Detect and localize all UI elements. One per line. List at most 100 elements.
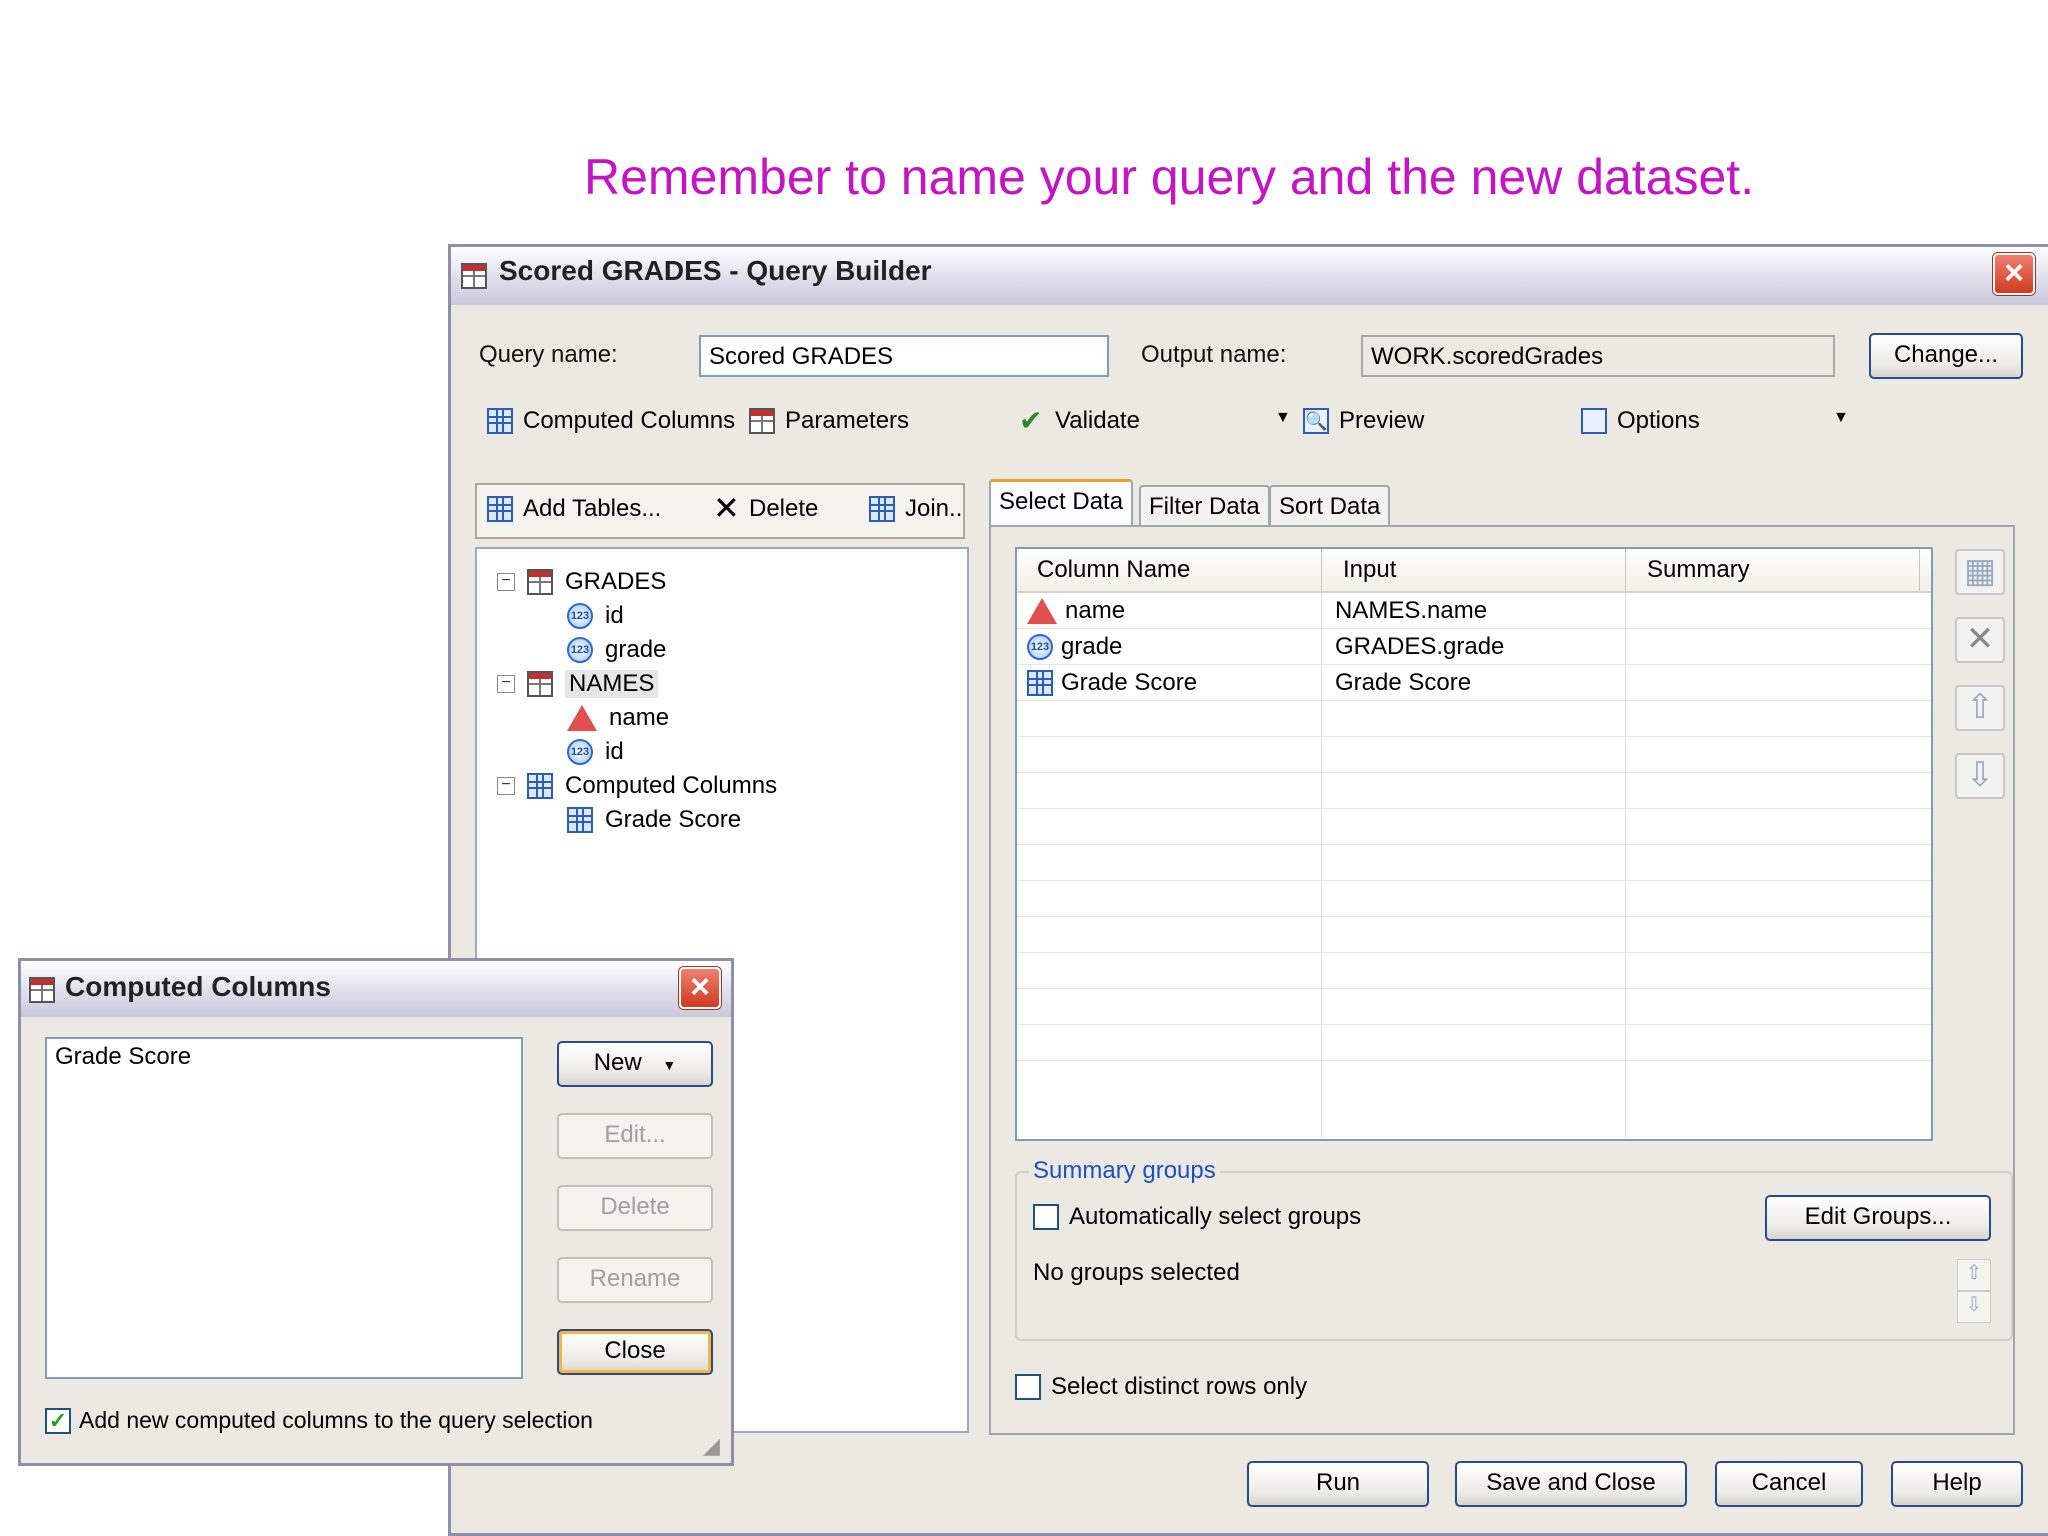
properties-icon[interactable]: ▦ [1955, 549, 2005, 595]
group-up-arrow-icon[interactable]: ⇧ [1957, 1259, 1991, 1291]
list-item[interactable]: Grade Score [47, 1039, 521, 1075]
edit-button[interactable]: Edit... [557, 1113, 713, 1159]
tables-toolbar: Add Tables... ✕ Delete Join.. [475, 483, 965, 539]
summary-groups-box: Summary groups Automatically select grou… [1015, 1157, 2013, 1341]
join-label: Join.. [905, 495, 963, 522]
preview-toolbar-button[interactable]: 🔍 Preview [1303, 407, 1424, 435]
checkbox-unchecked-icon[interactable] [1015, 1374, 1041, 1400]
column-header-summary[interactable]: Summary [1647, 549, 1750, 591]
tree-node-names-id[interactable]: 123 id [497, 735, 777, 769]
resize-grip-icon[interactable]: ◢ [703, 1433, 720, 1459]
row-input: NAMES.name [1335, 596, 1488, 624]
computed-columns-icon [487, 408, 513, 434]
tree-node-label: NAMES [565, 670, 659, 698]
row-column-name: Grade Score [1061, 668, 1198, 696]
tree-node-label: name [609, 704, 670, 731]
table-row[interactable]: name NAMES.name [1017, 593, 1931, 629]
checkbox-checked-icon[interactable]: ✓ [45, 1407, 71, 1434]
edit-groups-button[interactable]: Edit Groups... [1765, 1195, 1991, 1241]
close-icon[interactable]: × [679, 967, 721, 1009]
row-column-name: grade [1061, 632, 1123, 660]
join-icon [869, 496, 895, 522]
dialog-title: Computed Columns [65, 971, 331, 1002]
remove-x-icon[interactable]: ✕ [1955, 617, 2005, 663]
help-button[interactable]: Help [1891, 1461, 2023, 1507]
groups-status-text: No groups selected [1033, 1259, 1240, 1286]
checkbox-unchecked-icon[interactable] [1033, 1204, 1059, 1230]
tree-node-grades-id[interactable]: 123 id [497, 599, 777, 633]
delete-table-button[interactable]: ✕ Delete [713, 490, 819, 526]
save-and-close-button[interactable]: Save and Close [1455, 1461, 1687, 1507]
tree-node-grades[interactable]: − GRADES [497, 565, 777, 599]
options-toolbar-label: Options [1617, 407, 1700, 434]
dialog-title-bar[interactable]: Computed Columns × [21, 961, 731, 1017]
new-button-label: New [593, 1049, 642, 1076]
numeric-icon: 123 [1027, 633, 1053, 660]
numeric-icon: 123 [567, 739, 593, 765]
add-table-icon [487, 496, 513, 522]
distinct-rows-label: Select distinct rows only [1051, 1373, 1308, 1400]
group-down-arrow-icon[interactable]: ⇩ [1957, 1291, 1991, 1323]
select-data-panel: Column Name Input Summary name NAMES.nam… [989, 525, 2015, 1435]
tree-node-names-name[interactable]: name [497, 701, 777, 735]
distinct-rows-checkbox[interactable]: Select distinct rows only [1015, 1373, 1307, 1401]
move-up-arrow-icon[interactable]: ⇧ [1955, 685, 2005, 731]
grid-header: Column Name Input Summary [1017, 549, 1931, 593]
add-to-selection-checkbox[interactable]: ✓ Add new computed columns to the query … [45, 1407, 593, 1434]
add-to-selection-label: Add new computed columns to the query se… [79, 1407, 593, 1433]
tree-node-grades-grade[interactable]: 123 grade [497, 633, 777, 667]
close-button[interactable]: Close [557, 1329, 713, 1375]
grid-body: name NAMES.name 123 grade GRADES.grade Gr… [1017, 593, 1931, 1139]
delete-button[interactable]: Delete [557, 1185, 713, 1231]
tree: − GRADES 123 id 123 grade − NAMES name 1… [497, 565, 777, 837]
collapse-icon[interactable]: − [497, 573, 515, 591]
table-row[interactable]: 123 grade GRADES.grade [1017, 629, 1931, 665]
parameters-toolbar-button[interactable]: Parameters [749, 407, 909, 435]
dialog-app-icon [29, 977, 55, 1003]
join-button[interactable]: Join.. [869, 495, 962, 523]
delete-table-label: Delete [749, 495, 819, 522]
tree-node-label: grade [605, 636, 667, 663]
validate-toolbar-label: Validate [1055, 407, 1140, 434]
new-button[interactable]: New ▼ [557, 1041, 713, 1087]
checkmark-icon: ✔ [1019, 405, 1043, 436]
tree-node-label: GRADES [565, 568, 667, 595]
rename-button[interactable]: Rename [557, 1257, 713, 1303]
table-row[interactable]: Grade Score Grade Score [1017, 665, 1931, 701]
collapse-icon[interactable]: − [497, 675, 515, 693]
computed-columns-toolbar-button[interactable]: Computed Columns [487, 407, 735, 435]
options-icon [1581, 408, 1607, 434]
magnifier-icon: 🔍 [1303, 408, 1329, 434]
instruction-banner: Remember to name your query and the new … [584, 149, 1755, 205]
tree-node-names[interactable]: − NAMES [497, 667, 777, 701]
numeric-icon: 123 [567, 603, 593, 629]
tab-filter-data[interactable]: Filter Data [1139, 485, 1270, 525]
options-dropdown-arrow-icon[interactable]: ▼ [1833, 409, 1849, 427]
character-icon [1027, 597, 1057, 624]
collapse-icon[interactable]: − [497, 777, 515, 795]
query-name-field[interactable]: Scored GRADES [699, 335, 1109, 377]
add-tables-button[interactable]: Add Tables... [487, 495, 661, 523]
tree-node-grade-score[interactable]: Grade Score [497, 803, 777, 837]
column-header-name[interactable]: Column Name [1037, 549, 1190, 591]
computed-columns-list[interactable]: Grade Score [45, 1037, 523, 1379]
tree-node-computed-columns[interactable]: − Computed Columns [497, 769, 777, 803]
cancel-button[interactable]: Cancel [1715, 1461, 1863, 1507]
options-toolbar-button[interactable]: Options [1581, 407, 1700, 435]
change-button[interactable]: Change... [1869, 333, 2023, 379]
tab-sort-data[interactable]: Sort Data [1269, 485, 1391, 525]
add-tables-label: Add Tables... [523, 495, 662, 522]
title-bar[interactable]: Scored GRADES - Query Builder × [451, 247, 2048, 305]
column-header-input[interactable]: Input [1343, 549, 1396, 591]
table-icon [527, 569, 553, 595]
close-icon[interactable]: × [1993, 253, 2035, 295]
query-builder-app-icon [461, 263, 487, 289]
auto-select-groups-checkbox[interactable]: Automatically select groups [1033, 1203, 1361, 1231]
delete-x-icon: ✕ [713, 490, 740, 526]
tab-select-data[interactable]: Select Data [989, 479, 1134, 525]
output-name-label: Output name: [1141, 341, 1287, 368]
validate-toolbar-button[interactable]: ✔ Validate [1019, 407, 1140, 435]
run-button[interactable]: Run [1247, 1461, 1429, 1507]
move-down-arrow-icon[interactable]: ⇩ [1955, 753, 2005, 799]
validate-dropdown-arrow-icon[interactable]: ▼ [1275, 409, 1291, 427]
